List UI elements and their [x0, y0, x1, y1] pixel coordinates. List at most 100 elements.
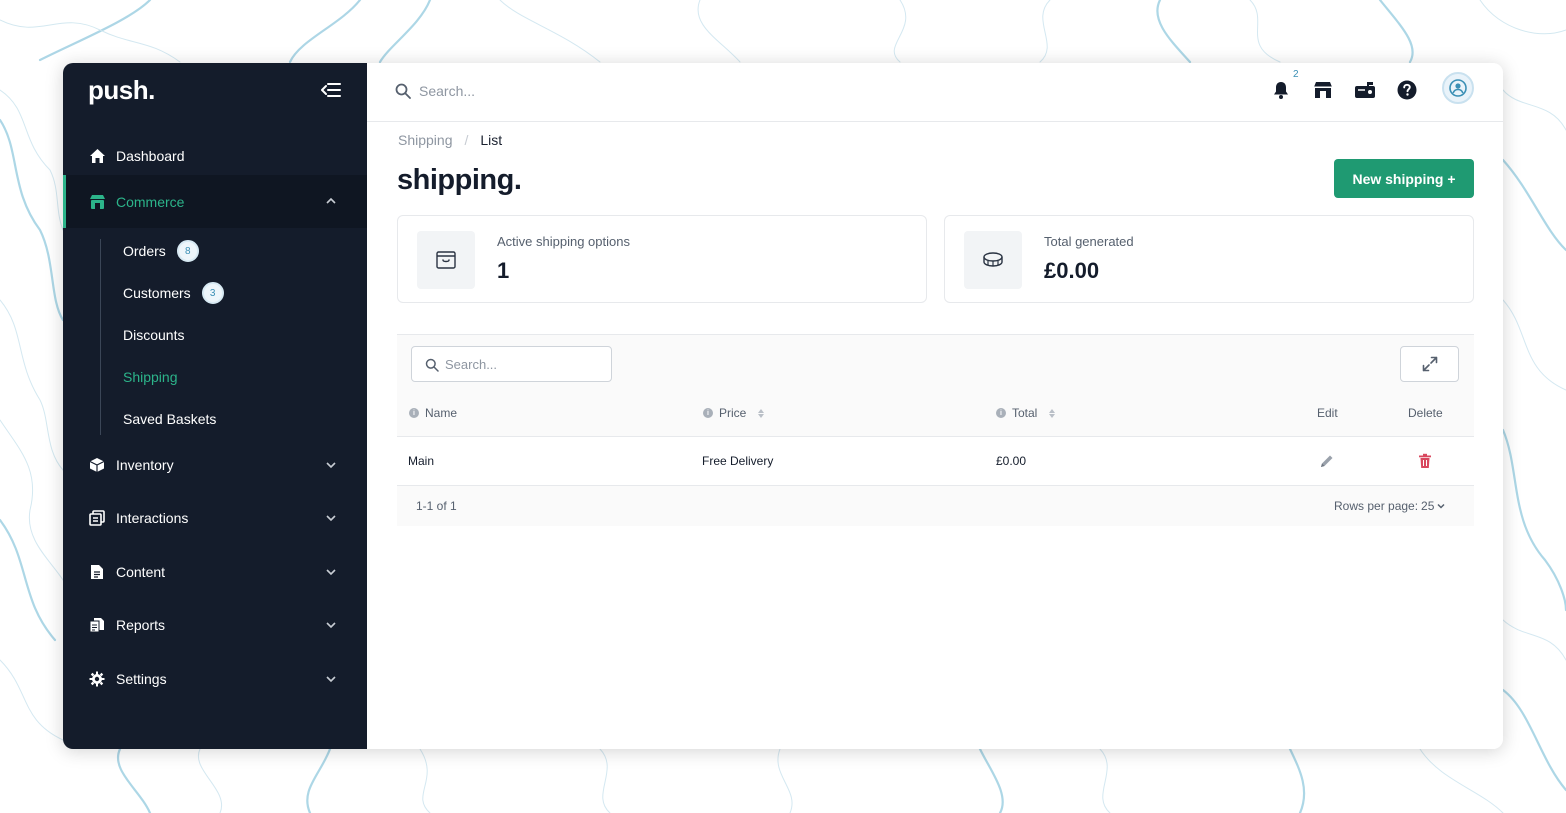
sidebar-item-label: Reports: [116, 617, 166, 633]
breadcrumb-separator: /: [464, 132, 469, 148]
breadcrumb-shipping-link[interactable]: Shipping: [398, 132, 453, 148]
column-label: Edit: [1317, 406, 1338, 420]
rows-per-page-value: 25: [1421, 499, 1435, 513]
column-label: Total: [1012, 406, 1038, 420]
delete-button[interactable]: [1418, 453, 1432, 469]
help-button[interactable]: [1396, 79, 1418, 101]
breadcrumb: Shipping / List: [398, 132, 502, 148]
sidebar-item-settings[interactable]: Settings: [63, 659, 367, 699]
sidebar-item-label: Inventory: [116, 457, 174, 473]
breadcrumb-current: List: [480, 132, 503, 148]
fullscreen-button[interactable]: [1400, 346, 1459, 382]
box-icon: [88, 456, 106, 474]
sidebar-subitem-saved-baskets[interactable]: Saved Baskets: [123, 406, 216, 432]
sidebar-item-label: Settings: [116, 671, 167, 687]
sidebar-item-label: Interactions: [116, 510, 189, 526]
pencil-icon: [1321, 455, 1333, 467]
sidebar-item-inventory[interactable]: Inventory: [63, 445, 367, 485]
coins-icon: [964, 231, 1022, 289]
column-header-name[interactable]: i Name: [409, 406, 457, 420]
sidebar-item-label: Commerce: [116, 193, 185, 210]
app-window: push. Dashboard Commerce Orders 8 Custom…: [63, 63, 1503, 749]
rows-per-page-select[interactable]: 25: [1421, 499, 1446, 513]
inbox-button[interactable]: [1354, 79, 1376, 101]
customers-count-badge: 3: [201, 282, 224, 304]
column-header-edit: Edit: [1317, 406, 1338, 420]
info-icon: i: [996, 408, 1006, 418]
subitem-label: Saved Baskets: [123, 411, 217, 427]
sidebar-item-reports[interactable]: Reports: [63, 605, 367, 645]
global-search-input[interactable]: [419, 79, 719, 103]
column-label: Price: [719, 406, 747, 420]
store-button[interactable]: [1312, 79, 1334, 101]
table-row[interactable]: Main Free Delivery £0.00: [397, 436, 1474, 486]
home-icon: [88, 147, 106, 165]
chevron-up-icon: [326, 197, 336, 204]
cell-total: £0.00: [996, 454, 1027, 468]
help-icon: [1397, 80, 1417, 100]
collapse-sidebar-button[interactable]: [321, 81, 341, 99]
cell-name: Main: [408, 454, 435, 468]
table-toolbar: i Name i Price i Total Edit Delete: [397, 335, 1474, 436]
sidebar-item-commerce[interactable]: Commerce: [63, 175, 367, 228]
sidebar-item-interactions[interactable]: Interactions: [63, 498, 367, 538]
package-icon: [417, 231, 475, 289]
column-label: Name: [425, 406, 458, 420]
topbar: 2: [367, 63, 1503, 122]
info-icon: i: [703, 408, 713, 418]
sidebar-item-label: Content: [116, 564, 166, 580]
table-footer: 1-1 of 1 Rows per page: 25: [397, 486, 1474, 526]
notification-count: 2: [1293, 69, 1299, 80]
new-shipping-button[interactable]: New shipping +: [1334, 159, 1474, 198]
sort-icon[interactable]: [1049, 408, 1056, 418]
main-content: 2 Shipping / List shipping. New shipping…: [367, 63, 1503, 749]
sidebar-subitem-orders[interactable]: Orders 8: [123, 238, 199, 264]
sidebar-item-content[interactable]: Content: [63, 552, 367, 592]
sidebar-item-dashboard[interactable]: Dashboard: [63, 136, 367, 176]
trash-icon: [1419, 453, 1431, 468]
sidebar-subitem-shipping[interactable]: Shipping: [123, 364, 178, 390]
stat-value: 1: [497, 258, 510, 283]
pagination-range: 1-1 of 1: [416, 499, 457, 513]
logo: push.: [88, 75, 155, 105]
column-label: Delete: [1408, 406, 1443, 420]
stat-label: Total generated: [1044, 234, 1134, 249]
table-search: [411, 346, 612, 382]
sort-icon[interactable]: [758, 408, 765, 418]
copy-icon: [88, 509, 106, 527]
column-header-price[interactable]: i Price: [703, 406, 765, 420]
cell-price: Free Delivery: [702, 454, 774, 468]
document-icon: [88, 563, 106, 581]
bell-icon: [1274, 82, 1288, 99]
column-header-total[interactable]: i Total: [996, 406, 1056, 420]
stat-card-active-options: Active shipping options 1: [397, 215, 927, 303]
subitem-label: Customers: [123, 285, 191, 301]
store-icon: [88, 193, 106, 211]
orders-count-badge: 8: [176, 240, 199, 262]
reports-icon: [88, 616, 106, 634]
subitem-label: Orders: [123, 243, 166, 259]
table-search-input[interactable]: [445, 353, 605, 375]
notifications-button[interactable]: [1270, 79, 1292, 101]
gear-icon: [88, 670, 106, 688]
page-title: shipping.: [397, 164, 522, 196]
subitem-label: Discounts: [123, 327, 185, 343]
user-icon: [1449, 79, 1467, 97]
stat-card-total-generated: Total generated £0.00: [944, 215, 1474, 303]
storefront-icon: [1314, 82, 1332, 98]
rows-per-page-label: Rows per page:: [1334, 499, 1419, 513]
chevron-down-icon: [326, 622, 336, 629]
stat-value: £0.00: [1044, 258, 1100, 283]
sidebar-subitem-customers[interactable]: Customers 3: [123, 280, 224, 306]
search-icon: [425, 358, 439, 372]
chevron-down-icon: [326, 569, 336, 576]
chevron-down-icon: [326, 462, 336, 469]
sidebar-subitem-discounts[interactable]: Discounts: [123, 322, 184, 348]
user-avatar[interactable]: [1442, 72, 1474, 104]
edit-button[interactable]: [1319, 453, 1335, 469]
chevron-down-icon: [1437, 503, 1445, 509]
shipping-table: i Name i Price i Total Edit Delete: [397, 334, 1474, 526]
rows-per-page: Rows per page: 25: [1334, 499, 1446, 513]
sidebar-item-label: Dashboard: [116, 148, 185, 164]
search-icon: [395, 83, 411, 99]
